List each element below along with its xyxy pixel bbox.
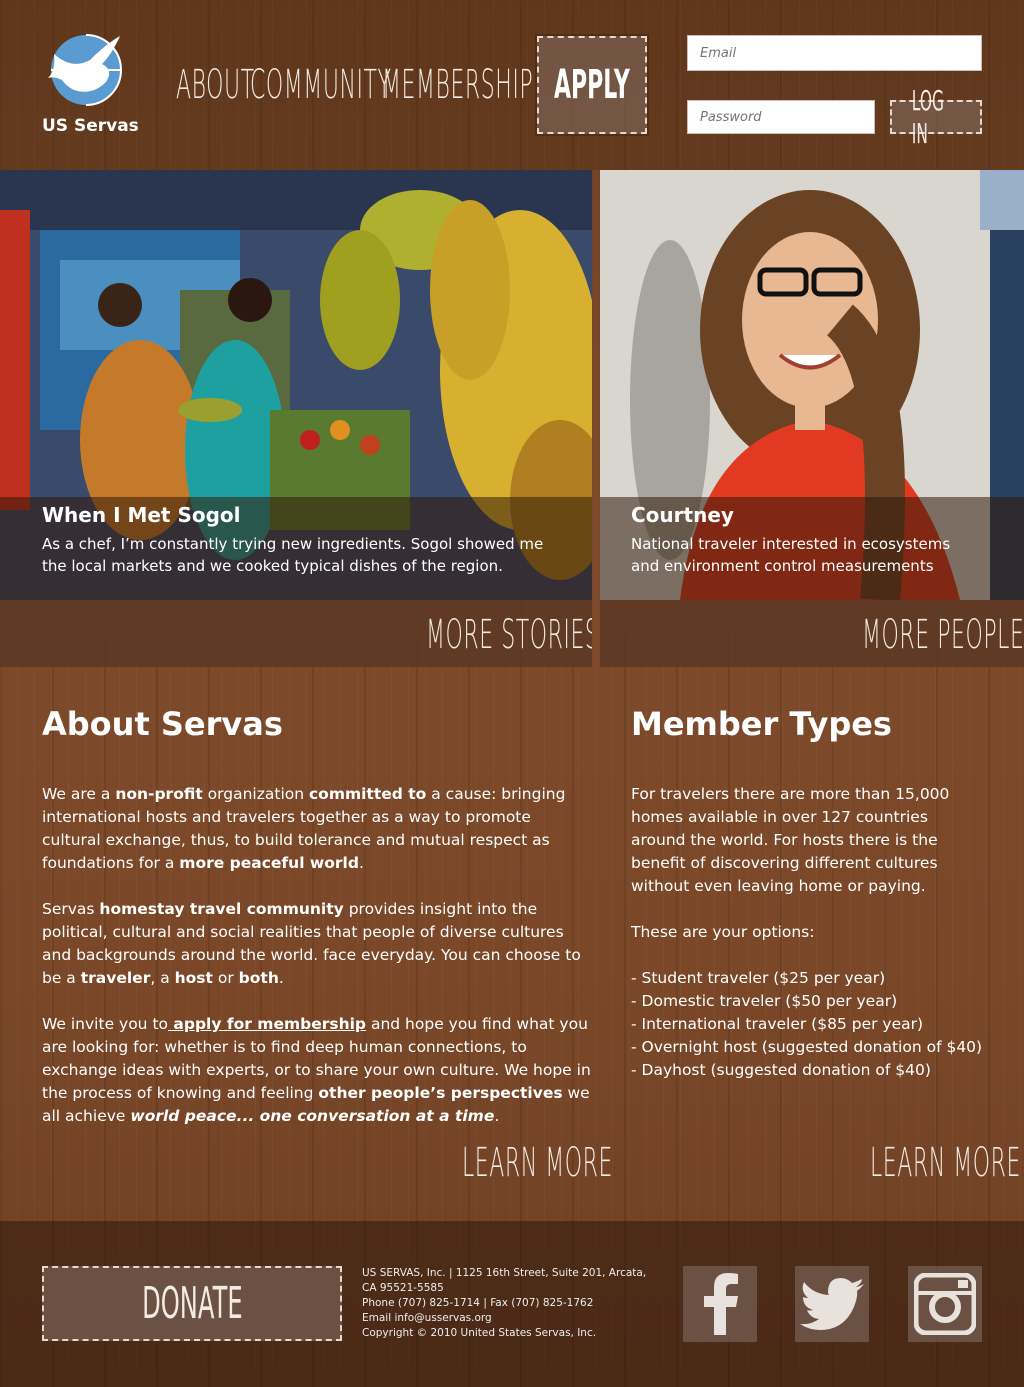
- instagram-button[interactable]: [908, 1266, 982, 1342]
- nav-about[interactable]: ABOUT: [176, 62, 255, 108]
- text-bold: non-profit: [115, 785, 203, 803]
- footer-email: Email info@usservas.org: [362, 1312, 492, 1324]
- logo-text: US Servas: [42, 116, 139, 136]
- text: , a: [150, 969, 175, 987]
- list-item: - International traveler ($85 per year): [631, 1015, 924, 1033]
- text-bold-italic: world peace... one conversation at a tim…: [130, 1107, 495, 1125]
- about-learn-more-link[interactable]: LEARN MORE: [462, 1140, 613, 1186]
- text: We are a: [42, 785, 116, 803]
- text-bold: traveler: [80, 969, 151, 987]
- nav-membership[interactable]: MEMBERSHIP: [382, 62, 533, 108]
- more-people-link[interactable]: MORE PEOPLE: [862, 612, 1024, 658]
- login-button[interactable]: LOG IN: [890, 84, 982, 150]
- more-people-bar: MORE PEOPLE: [600, 600, 1024, 667]
- text-bold: both: [238, 969, 279, 987]
- text: .: [358, 854, 364, 872]
- footer-phone: Phone (707) 825-1714 | Fax (707) 825-176…: [362, 1297, 594, 1309]
- apply-button[interactable]: APPLY: [535, 34, 649, 136]
- about-paragraph-2: Servas homestay travel community provide…: [42, 898, 592, 990]
- text: organization: [202, 785, 309, 803]
- people-panel: Courtney National traveler interested in…: [600, 170, 1024, 667]
- about-title: About Servas: [42, 705, 283, 743]
- nav-community[interactable]: COMMUNITY: [250, 62, 392, 108]
- text: .: [278, 969, 284, 987]
- more-stories-bar: MORE STORIES: [0, 600, 592, 667]
- text-bold: homestay travel community: [99, 900, 344, 918]
- member-types-list: - Student traveler ($25 per year) - Dome…: [631, 967, 986, 1082]
- instagram-icon: [914, 1273, 976, 1335]
- text: Servas: [42, 900, 100, 918]
- about-body: We are a non-profit organization committ…: [42, 783, 592, 1151]
- about-paragraph-1: We are a non-profit organization committ…: [42, 783, 592, 875]
- footer-copyright: Copyright © 2010 United States Servas, I…: [362, 1327, 597, 1339]
- footer-contact-info: US SERVAS, Inc. | 1125 16th Street, Suit…: [362, 1266, 662, 1341]
- people-text: National traveler interested in ecosyste…: [631, 535, 951, 575]
- story-text: As a chef, I’m constantly trying new ing…: [42, 535, 544, 575]
- about-paragraph-3: We invite you to apply for membership an…: [42, 1013, 592, 1128]
- member-types-intro: For travelers there are more than 15,000…: [631, 785, 950, 895]
- text-bold: committed to: [308, 785, 427, 803]
- servas-logo[interactable]: [42, 30, 132, 110]
- site-header: US Servas ABOUT COMMUNITY MEMBERSHIP APP…: [0, 0, 1024, 170]
- story-panel: When I Met Sogol As a chef, I’m constant…: [0, 170, 592, 667]
- password-input[interactable]: [687, 100, 875, 134]
- text-bold: host: [174, 969, 213, 987]
- facebook-button[interactable]: [683, 1266, 757, 1342]
- site-footer: DONATE US SERVAS, Inc. | 1125 16th Stree…: [0, 1221, 1024, 1387]
- dove-globe-icon: [48, 34, 122, 106]
- text-bold: other people’s perspectives: [318, 1084, 563, 1102]
- footer-address: US SERVAS, Inc. | 1125 16th Street, Suit…: [362, 1267, 647, 1294]
- people-caption: Courtney National traveler interested in…: [600, 497, 1024, 600]
- text: .: [494, 1107, 500, 1125]
- email-input[interactable]: [687, 35, 982, 71]
- apply-membership-link[interactable]: apply for membership: [168, 1015, 366, 1033]
- donate-button[interactable]: DONATE: [42, 1266, 342, 1341]
- text-bold: more peaceful world: [179, 854, 359, 872]
- story-title[interactable]: When I Met Sogol: [42, 503, 550, 527]
- people-title[interactable]: Courtney: [631, 503, 982, 527]
- facebook-icon: [704, 1273, 738, 1335]
- apply-label: APPLY: [554, 62, 630, 108]
- member-types-body: For travelers there are more than 15,000…: [631, 783, 986, 1082]
- more-stories-link[interactable]: MORE STORIES: [426, 612, 592, 658]
- donate-label: DONATE: [141, 1278, 243, 1329]
- member-types-learn-more-link[interactable]: LEARN MORE: [870, 1140, 1021, 1186]
- twitter-button[interactable]: [795, 1266, 869, 1342]
- twitter-icon: [800, 1278, 864, 1330]
- text: We invite you to: [42, 1015, 168, 1033]
- list-item: - Dayhost (suggested donation of $40): [631, 1061, 931, 1079]
- list-item: - Domestic traveler ($50 per year): [631, 992, 898, 1010]
- member-types-options-label: These are your options:: [631, 923, 815, 941]
- list-item: - Student traveler ($25 per year): [631, 969, 886, 987]
- login-label: LOG IN: [911, 84, 944, 150]
- story-caption: When I Met Sogol As a chef, I’m constant…: [0, 497, 592, 600]
- list-item: - Overnight host (suggested donation of …: [631, 1038, 983, 1056]
- member-types-title: Member Types: [631, 705, 892, 743]
- text: or: [212, 969, 239, 987]
